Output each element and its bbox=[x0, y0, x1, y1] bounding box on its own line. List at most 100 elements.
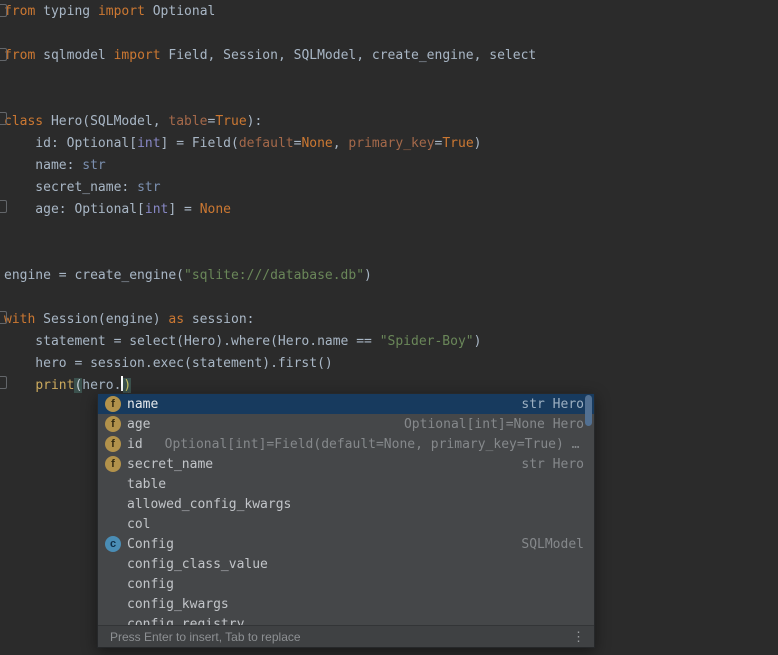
completion-label: allowed_config_kwargs bbox=[127, 497, 291, 512]
completion-item[interactable]: config_class_value bbox=[98, 554, 594, 574]
completion-item[interactable]: config_registry bbox=[98, 614, 594, 625]
icon-placeholder bbox=[105, 516, 121, 532]
code-token: import bbox=[114, 48, 161, 63]
code-line: hero = session.exec(statement).first() bbox=[4, 353, 778, 375]
code-token: "Spider-Boy" bbox=[380, 334, 474, 349]
completion-label: config bbox=[127, 577, 174, 592]
code-token: int bbox=[137, 136, 160, 151]
completion-label: Config bbox=[127, 537, 174, 552]
scrollbar-thumb[interactable] bbox=[585, 395, 592, 426]
completion-label: id bbox=[127, 437, 143, 452]
code-token: as bbox=[168, 312, 184, 327]
code-line: with Session(engine) as session: bbox=[4, 309, 778, 331]
code-token: import bbox=[98, 4, 145, 19]
code-token: typing bbox=[35, 4, 98, 19]
code-token: age: Optional[ bbox=[4, 202, 145, 217]
completion-label: name bbox=[127, 397, 158, 412]
code-line bbox=[4, 243, 778, 265]
gutter-icon[interactable] bbox=[0, 4, 7, 17]
completion-detail: Optional[int]=Field(default=None, primar… bbox=[143, 437, 584, 452]
code-token: str bbox=[137, 180, 160, 195]
field-icon: f bbox=[105, 416, 121, 432]
icon-placeholder bbox=[105, 576, 121, 592]
code-editor-window: from typing import Optionalfrom sqlmodel… bbox=[0, 0, 778, 655]
completion-label: config_registry bbox=[127, 617, 244, 626]
completion-item[interactable]: fage Optional[int]=None Hero bbox=[98, 414, 594, 434]
completion-item[interactable]: config bbox=[98, 574, 594, 594]
completion-item[interactable]: col bbox=[98, 514, 594, 534]
completion-item[interactable]: config_kwargs bbox=[98, 594, 594, 614]
code-line: engine = create_engine("sqlite:///databa… bbox=[4, 265, 778, 287]
code-token: print bbox=[35, 378, 74, 393]
field-icon: f bbox=[105, 396, 121, 412]
code-token: ) bbox=[364, 268, 372, 283]
code-line: from typing import Optional bbox=[4, 1, 778, 23]
completion-item[interactable]: cConfigSQLModel bbox=[98, 534, 594, 554]
code-token: int bbox=[145, 202, 168, 217]
code-token: None bbox=[301, 136, 332, 151]
code-token: with bbox=[4, 312, 35, 327]
code-token: class bbox=[4, 114, 43, 129]
completion-label: age bbox=[127, 417, 150, 432]
code-token: engine = create_engine( bbox=[4, 268, 184, 283]
code-token: ) bbox=[474, 136, 482, 151]
completion-label: secret_name bbox=[127, 457, 213, 472]
gutter-icon[interactable] bbox=[0, 376, 7, 389]
completion-item[interactable]: allowed_config_kwargs bbox=[98, 494, 594, 514]
completion-label: config_kwargs bbox=[127, 597, 229, 612]
code-token: None bbox=[200, 202, 231, 217]
code-line: statement = select(Hero).where(Hero.name… bbox=[4, 331, 778, 353]
completion-item[interactable]: fidOptional[int]=Field(default=None, pri… bbox=[98, 434, 594, 454]
icon-placeholder bbox=[105, 476, 121, 492]
code-token: "sqlite:///database.db" bbox=[184, 268, 364, 283]
completion-label: table bbox=[127, 477, 166, 492]
icon-placeholder bbox=[105, 616, 121, 625]
code-line bbox=[4, 67, 778, 89]
code-token: ): bbox=[247, 114, 263, 129]
icon-placeholder bbox=[105, 556, 121, 572]
code-token: name: bbox=[4, 158, 82, 173]
completion-item[interactable]: f secret_name str Hero bbox=[98, 454, 594, 474]
gutter-icon[interactable] bbox=[0, 48, 7, 61]
completion-item[interactable]: fname str Hero bbox=[98, 394, 594, 414]
code-line: from sqlmodel import Field, Session, SQL… bbox=[4, 45, 778, 67]
code-token: Field, Session, SQLModel, create_engine,… bbox=[161, 48, 537, 63]
code-line: age: Optional[int] = None bbox=[4, 199, 778, 221]
code-token: from bbox=[4, 48, 35, 63]
code-token: hero = session.exec(statement).first() bbox=[4, 356, 333, 371]
code-token: , bbox=[333, 136, 349, 151]
class-icon: c bbox=[105, 536, 121, 552]
code-token: from bbox=[4, 4, 35, 19]
icon-placeholder bbox=[105, 596, 121, 612]
completion-type: str Hero bbox=[521, 457, 584, 472]
kebab-menu-icon[interactable]: ⋮ bbox=[572, 629, 585, 645]
code-token: statement = select(Hero).where(Hero.name… bbox=[4, 334, 380, 349]
code-token: Session(engine) bbox=[35, 312, 168, 327]
code-token: ) bbox=[123, 378, 131, 393]
gutter-icon[interactable] bbox=[0, 311, 7, 324]
code-token: ) bbox=[474, 334, 482, 349]
field-icon: f bbox=[105, 456, 121, 472]
code-line: class Hero(SQLModel, table=True): bbox=[4, 111, 778, 133]
code-token: True bbox=[442, 136, 473, 151]
completion-label: config_class_value bbox=[127, 557, 268, 572]
code-token: default bbox=[239, 136, 294, 151]
icon-placeholder bbox=[105, 496, 121, 512]
field-icon: f bbox=[105, 436, 121, 452]
code-token: ] = bbox=[168, 202, 199, 217]
code-token: id: Optional[ bbox=[4, 136, 137, 151]
code-token bbox=[4, 378, 35, 393]
code-line: id: Optional[int] = Field(default=None, … bbox=[4, 133, 778, 155]
gutter-icon[interactable] bbox=[0, 112, 7, 125]
code-token: sqlmodel bbox=[35, 48, 113, 63]
completion-list: fnamestr HerofageOptional[int]=None Hero… bbox=[98, 394, 594, 625]
completion-type: str Hero bbox=[521, 397, 584, 412]
completion-type: Optional[int]=None Hero bbox=[404, 417, 584, 432]
gutter-icon[interactable] bbox=[0, 200, 7, 213]
code-token: Hero(SQLModel, bbox=[43, 114, 168, 129]
completion-label: col bbox=[127, 517, 150, 532]
completion-item[interactable]: table bbox=[98, 474, 594, 494]
code-line bbox=[4, 89, 778, 111]
completion-footer: Press Enter to insert, Tab to replace ⋮ bbox=[98, 625, 594, 647]
code-token: secret_name: bbox=[4, 180, 137, 195]
